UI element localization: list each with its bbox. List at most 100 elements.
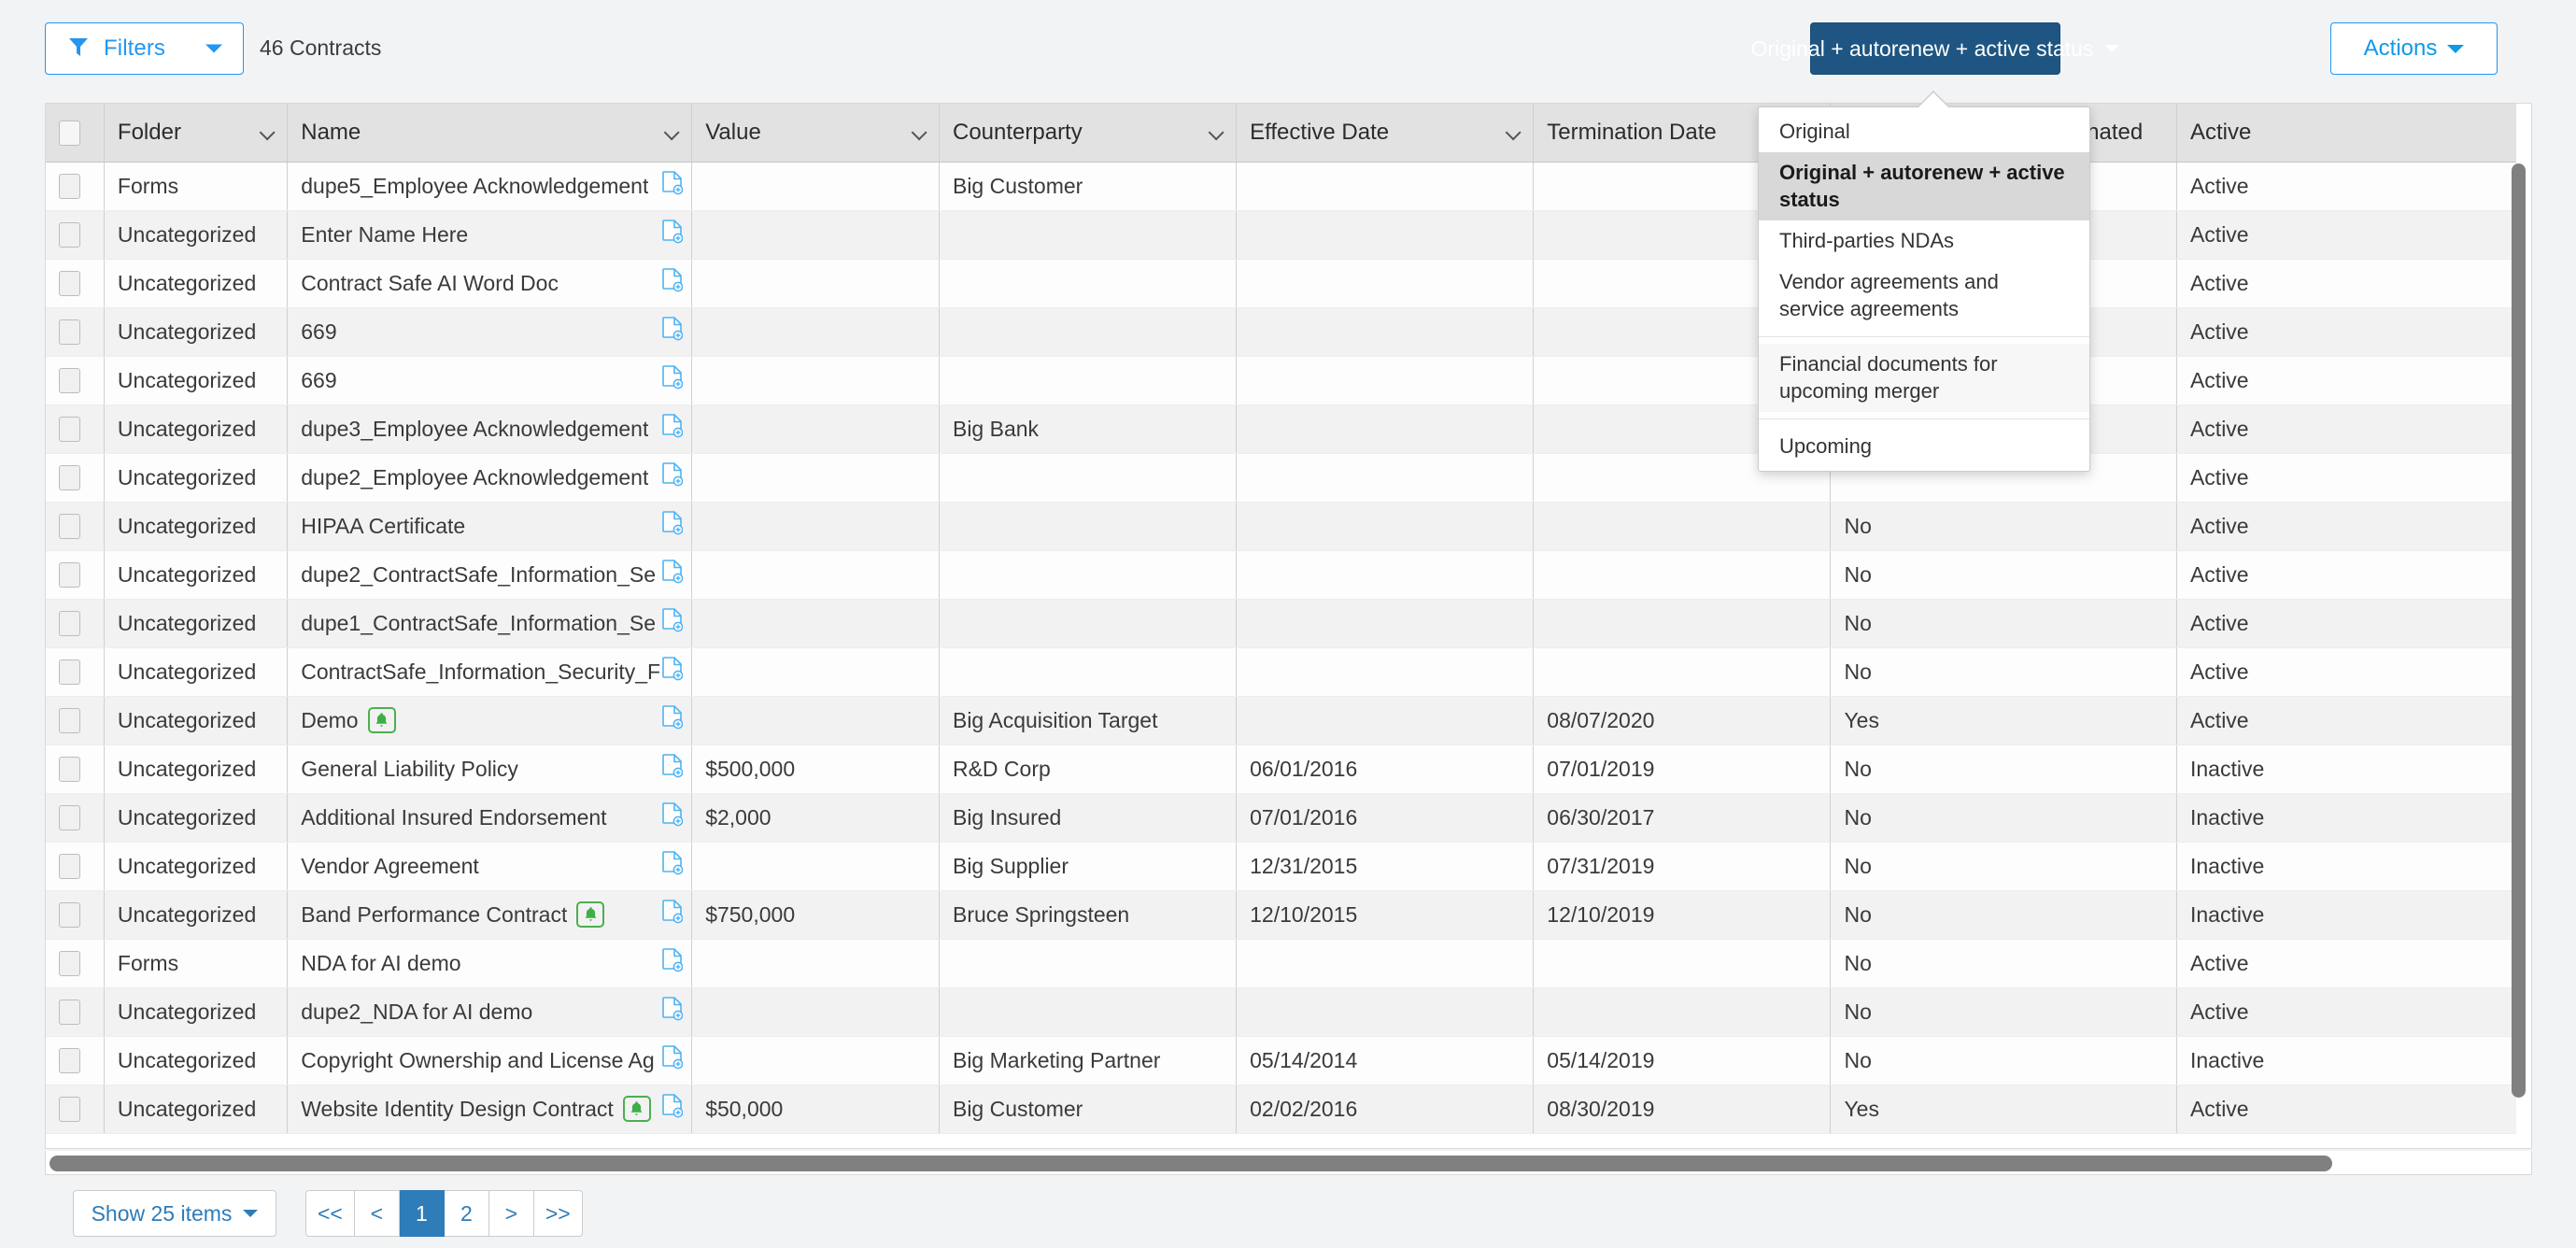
column-header-counterparty[interactable]: Counterparty [939, 104, 1238, 163]
table-row[interactable]: Forms NDA for AI demo No Active [46, 938, 2516, 988]
actions-button[interactable]: Actions [2330, 22, 2498, 75]
table-row[interactable]: Uncategorized 669 Active [46, 356, 2516, 405]
vertical-scrollbar[interactable] [2512, 163, 2526, 1148]
cell-name[interactable]: dupe2_NDA for AI demo [287, 987, 693, 1037]
row-select-cell[interactable] [46, 259, 105, 308]
cell-name[interactable]: Enter Name Here [287, 210, 693, 260]
add-document-icon[interactable] [662, 462, 684, 492]
table-row[interactable]: Uncategorized Contract Safe AI Word Doc Ac… [46, 259, 2516, 308]
cell-name[interactable]: Demo [287, 696, 693, 745]
table-row[interactable]: Uncategorized dupe3_Employee Acknowledgem… [46, 404, 2516, 454]
row-checkbox[interactable] [59, 465, 80, 491]
add-document-icon[interactable] [662, 802, 684, 832]
row-checkbox[interactable] [59, 951, 80, 977]
cell-name[interactable]: Copyright Ownership and License Ag [287, 1036, 693, 1085]
add-document-icon[interactable] [662, 414, 684, 444]
add-document-icon[interactable] [662, 560, 684, 589]
add-document-icon[interactable] [662, 511, 684, 541]
add-document-icon[interactable] [662, 997, 684, 1027]
column-header-folder[interactable]: Folder [104, 104, 289, 163]
pagination-button-next[interactable]: > [488, 1190, 534, 1237]
cell-name[interactable]: dupe3_Employee Acknowledgement [287, 404, 693, 454]
table-row[interactable]: Uncategorized Copyright Ownership and Lic… [46, 1036, 2516, 1085]
dropdown-item-vendor-agreements[interactable]: Vendor agreements and service agreements [1759, 262, 2089, 330]
table-row[interactable]: Uncategorized HIPAA Certificate No Active [46, 502, 2516, 551]
column-header-value[interactable]: Value [691, 104, 940, 163]
row-select-cell[interactable] [46, 841, 105, 891]
add-document-icon[interactable] [662, 705, 684, 735]
row-checkbox[interactable] [59, 368, 80, 394]
add-document-icon[interactable] [662, 220, 684, 249]
row-select-cell[interactable] [46, 599, 105, 648]
table-row[interactable]: Uncategorized dupe2_Employee Acknowledgem… [46, 453, 2516, 503]
table-row[interactable]: Uncategorized General Liability Policy $50… [46, 745, 2516, 794]
row-checkbox[interactable] [59, 805, 80, 831]
row-checkbox[interactable] [59, 1048, 80, 1074]
alert-bell-icon[interactable] [576, 901, 605, 928]
pagination-button-prevprev[interactable]: << [305, 1190, 355, 1237]
row-select-cell[interactable] [46, 938, 105, 988]
table-row[interactable]: Uncategorized Band Performance Contract $7… [46, 890, 2516, 940]
row-select-cell[interactable] [46, 1036, 105, 1085]
column-header-active[interactable]: Active [2176, 104, 2516, 163]
add-document-icon[interactable] [662, 851, 684, 881]
add-document-icon[interactable] [662, 171, 684, 201]
pagination-button-2[interactable]: 2 [444, 1190, 489, 1237]
table-row[interactable]: Uncategorized Vendor Agreement Big Supplie… [46, 841, 2516, 891]
add-document-icon[interactable] [662, 268, 684, 298]
filters-button[interactable]: Filters [45, 22, 244, 75]
cell-name[interactable]: General Liability Policy [287, 745, 693, 794]
row-checkbox[interactable] [59, 222, 80, 248]
table-row[interactable]: Uncategorized Demo Big Acquisition Target 0… [46, 696, 2516, 745]
dropdown-item-upcoming[interactable]: Upcoming [1759, 426, 2089, 467]
pagination-button-nextnext[interactable]: >> [533, 1190, 583, 1237]
row-checkbox[interactable] [59, 659, 80, 686]
cell-name[interactable]: HIPAA Certificate [287, 502, 693, 551]
column-header-effective-date[interactable]: Effective Date [1236, 104, 1535, 163]
dropdown-item-third-parties-ndas[interactable]: Third-parties NDAs [1759, 220, 2089, 262]
row-select-cell[interactable] [46, 987, 105, 1037]
cell-name[interactable]: Band Performance Contract [287, 890, 693, 940]
table-row[interactable]: Uncategorized ContractSafe_Information_Se… [46, 647, 2516, 697]
row-checkbox[interactable] [59, 1097, 80, 1123]
vertical-scrollbar-thumb[interactable] [2512, 163, 2526, 1098]
table-row[interactable]: Uncategorized 669 Active [46, 307, 2516, 357]
column-header-name[interactable]: Name [287, 104, 693, 163]
cell-name[interactable]: 669 [287, 307, 693, 357]
add-document-icon[interactable] [662, 948, 684, 978]
select-all-checkbox[interactable] [59, 120, 80, 146]
table-row[interactable]: Uncategorized Enter Name Here Active [46, 210, 2516, 260]
row-select-cell[interactable] [46, 307, 105, 357]
row-select-cell[interactable] [46, 210, 105, 260]
show-items-button[interactable]: Show 25 items [73, 1190, 276, 1237]
row-select-cell[interactable] [46, 647, 105, 697]
add-document-icon[interactable] [662, 900, 684, 929]
row-checkbox[interactable] [59, 174, 80, 200]
pagination-button-1[interactable]: 1 [399, 1190, 445, 1237]
table-row[interactable]: Uncategorized Website Identity Design Con… [46, 1085, 2516, 1134]
add-document-icon[interactable] [662, 657, 684, 687]
horizontal-scrollbar-thumb[interactable] [50, 1156, 2332, 1171]
saved-search-button[interactable]: Original + autorenew + active status [1751, 22, 2120, 75]
row-checkbox[interactable] [59, 514, 80, 540]
row-select-cell[interactable] [46, 696, 105, 745]
row-select-cell[interactable] [46, 793, 105, 843]
select-all-header[interactable] [46, 104, 105, 163]
row-select-cell[interactable] [46, 404, 105, 454]
cell-name[interactable]: Vendor Agreement [287, 841, 693, 891]
table-row[interactable]: Uncategorized dupe2_NDA for AI demo No Acti… [46, 987, 2516, 1037]
dropdown-item-financial-documents[interactable]: Financial documents for upcoming merger [1759, 344, 2089, 413]
row-checkbox[interactable] [59, 854, 80, 880]
cell-name[interactable]: ContractSafe_Information_Security_F [287, 647, 693, 697]
cell-name[interactable]: dupe5_Employee Acknowledgement [287, 162, 693, 211]
cell-name[interactable]: 669 [287, 356, 693, 405]
row-checkbox[interactable] [59, 417, 80, 443]
row-checkbox[interactable] [59, 757, 80, 783]
cell-name[interactable]: Contract Safe AI Word Doc [287, 259, 693, 308]
cell-name[interactable]: NDA for AI demo [287, 938, 693, 988]
dropdown-item-original-autorenew-active-status[interactable]: Original + autorenew + active status [1759, 152, 2089, 221]
add-document-icon[interactable] [662, 317, 684, 347]
table-row[interactable]: Forms dupe5_Employee Acknowledgement Big C… [46, 162, 2516, 211]
alert-bell-icon[interactable] [367, 707, 396, 733]
row-select-cell[interactable] [46, 550, 105, 600]
